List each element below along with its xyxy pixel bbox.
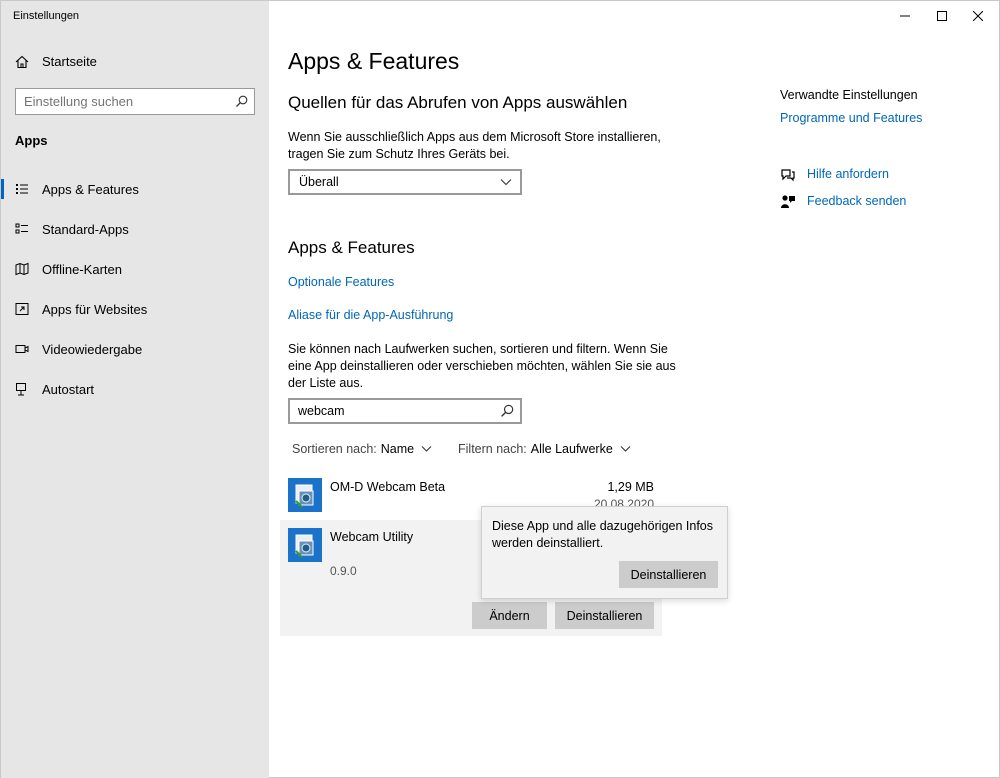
sources-heading: Quellen für das Abrufen von Apps auswähl… bbox=[288, 93, 628, 112]
settings-search-input[interactable] bbox=[16, 89, 216, 114]
sidebar-item-label: Apps für Websites bbox=[42, 302, 148, 317]
close-icon bbox=[973, 11, 983, 21]
chevron-down-icon bbox=[500, 179, 512, 186]
dropdown-value: Überall bbox=[299, 175, 339, 189]
default-apps-icon bbox=[15, 223, 28, 234]
chevron-down-icon bbox=[421, 446, 432, 452]
app-size: 1,29 MB bbox=[607, 480, 654, 494]
minimize-icon bbox=[900, 15, 910, 17]
home-icon bbox=[15, 55, 29, 68]
filter-value: Alle Laufwerke bbox=[530, 442, 613, 456]
chevron-down-icon bbox=[620, 446, 631, 452]
sidebar-item-offline-maps[interactable]: Offline-Karten bbox=[1, 249, 269, 289]
related-settings-title: Verwandte Einstellungen bbox=[780, 88, 918, 102]
sidebar-item-standard-apps[interactable]: Standard-Apps bbox=[1, 209, 269, 249]
sidebar-item-autostart[interactable]: Autostart bbox=[1, 369, 269, 409]
sort-value: Name bbox=[380, 442, 415, 456]
settings-search[interactable] bbox=[15, 88, 255, 115]
help-icon bbox=[781, 169, 795, 182]
app-search-box[interactable] bbox=[288, 398, 522, 424]
uninstall-button[interactable]: Deinstallieren bbox=[555, 602, 654, 629]
installer-app-icon bbox=[288, 528, 322, 562]
app-aliases-link[interactable]: Aliase für die App-Ausführung bbox=[288, 308, 453, 322]
sidebar-item-label: Offline-Karten bbox=[42, 262, 122, 277]
optional-features-link[interactable]: Optionale Features bbox=[288, 275, 394, 289]
sources-description: Wenn Sie ausschließlich Apps aus dem Mic… bbox=[288, 130, 661, 161]
installer-app-icon bbox=[288, 478, 322, 512]
app-name: OM-D Webcam Beta bbox=[330, 480, 446, 494]
modify-button[interactable]: Ändern bbox=[472, 602, 547, 629]
home-link[interactable]: Startseite bbox=[15, 54, 97, 69]
close-button[interactable] bbox=[955, 1, 1000, 31]
features-heading: Apps & Features bbox=[288, 238, 415, 257]
search-icon[interactable] bbox=[235, 95, 248, 108]
apps-features-icon bbox=[16, 184, 28, 194]
sidebar-item-video-playback[interactable]: Videowiedergabe bbox=[1, 329, 269, 369]
apps-websites-icon bbox=[15, 303, 29, 315]
sidebar-item-label: Standard-Apps bbox=[42, 222, 129, 237]
uninstall-confirm-flyout: Diese App und alle dazugehörigen Infos w… bbox=[481, 506, 728, 599]
startup-icon bbox=[16, 383, 26, 396]
app-name: Webcam Utility bbox=[330, 530, 414, 544]
window-title: Einstellungen bbox=[13, 10, 80, 22]
app-search-input[interactable] bbox=[290, 400, 480, 422]
sidebar-item-label: Videowiedergabe bbox=[42, 342, 143, 357]
app-source-dropdown[interactable]: Überall bbox=[288, 169, 522, 195]
features-description: Sie können nach Laufwerken suchen, sorti… bbox=[288, 342, 676, 390]
feedback-icon bbox=[781, 195, 795, 208]
video-playback-icon bbox=[15, 345, 29, 353]
send-feedback-link[interactable]: Feedback senden bbox=[807, 194, 906, 208]
flyout-message: Diese App und alle dazugehörigen Infos w… bbox=[492, 519, 713, 550]
sidebar: Einstellungen Startseite Apps Apps & Fea… bbox=[1, 1, 269, 778]
app-version: 0.9.0 bbox=[330, 564, 357, 578]
settings-window: Einstellungen Startseite Apps Apps & Fea… bbox=[0, 0, 1000, 778]
sidebar-item-apps-websites[interactable]: Apps für Websites bbox=[1, 289, 269, 329]
filter-dropdown[interactable]: Filtern nach: Alle Laufwerke bbox=[458, 442, 631, 456]
sort-label: Sortieren nach: bbox=[292, 442, 377, 456]
offline-maps-icon bbox=[15, 262, 29, 276]
sidebar-item-apps-features[interactable]: Apps & Features bbox=[1, 169, 269, 209]
programs-features-link[interactable]: Programme und Features bbox=[780, 111, 922, 125]
sidebar-item-label: Apps & Features bbox=[42, 182, 139, 197]
sidebar-item-label: Autostart bbox=[42, 382, 95, 397]
sort-dropdown[interactable]: Sortieren nach: Name bbox=[292, 442, 432, 456]
section-heading-apps: Apps bbox=[15, 133, 48, 148]
filter-label: Filtern nach: bbox=[458, 442, 527, 456]
confirm-uninstall-button[interactable]: Deinstallieren bbox=[619, 561, 718, 588]
search-icon[interactable] bbox=[500, 404, 514, 418]
page-title: Apps & Features bbox=[288, 48, 460, 74]
home-label: Startseite bbox=[42, 54, 97, 69]
maximize-icon bbox=[937, 11, 947, 21]
get-help-link[interactable]: Hilfe anfordern bbox=[807, 167, 889, 181]
